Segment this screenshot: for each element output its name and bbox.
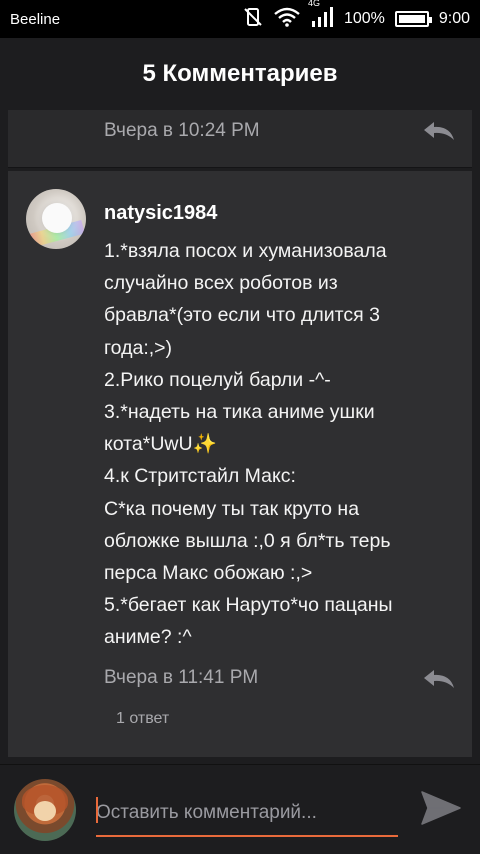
status-icons: 4G 100% 9:00 [242, 0, 470, 31]
clock: 9:00 [438, 10, 470, 27]
battery-icon [394, 11, 432, 27]
wifi-icon [274, 7, 300, 31]
signal-icon: 4G [308, 0, 334, 31]
avatar-face [34, 801, 56, 821]
page-title: 5 Комментариев [142, 60, 338, 87]
comment-line: 2.Рико поцелуй барли -^- [104, 368, 331, 391]
avatar-cat [42, 203, 72, 233]
comment-text: 1.*взяла посох и хуманизовала случайно в… [104, 235, 454, 654]
vibrate-off-icon [242, 7, 264, 31]
battery-percent: 100% [343, 10, 385, 27]
comment-line-with-emoji: кота*UwU✨ [104, 428, 454, 460]
comment-line-text: кота*UwU [104, 433, 193, 456]
reply-arrow-icon[interactable] [422, 668, 456, 690]
comment-line: 3.*надеть на тика аниме ушки [104, 401, 375, 424]
send-icon [420, 790, 462, 831]
avatar[interactable] [26, 189, 86, 249]
comment-username[interactable]: natysic1984 [104, 202, 217, 225]
reply-arrow-icon[interactable] [422, 120, 456, 142]
send-button[interactable] [418, 789, 464, 831]
comment-date: Вчера в 10:24 PM [104, 120, 260, 141]
carrier-name: Beeline [10, 10, 61, 28]
sparkles-icon: ✨ [192, 433, 217, 456]
comment-line: 5.*бегает как Наруто*чо пацаны [104, 594, 393, 617]
comment-line: 4.к Стритстайл Макс: [104, 465, 296, 488]
comment-line: года:,>) [104, 336, 173, 359]
comment-input-bar [0, 764, 480, 854]
comment-card: natysic1984 1.*взяла посох и хуманизовал… [8, 171, 472, 757]
header: 5 Комментариев [0, 38, 480, 110]
comment-line: С*ка почему ты так круто на [104, 497, 360, 520]
comment-line: перса Макс обожаю :,> [104, 562, 313, 585]
replies-link[interactable]: 1 ответ [116, 710, 169, 728]
status-bar: Beeline 4G 100% 9:00 [0, 0, 480, 38]
user-avatar[interactable] [14, 779, 76, 841]
comment-line: 1.*взяла посох и хуманизовала [104, 240, 387, 262]
comment-line: случайно всех роботов из [104, 272, 338, 295]
text-caret [96, 797, 98, 823]
comment-line: обложке вышла :,0 я бл*ть терь [104, 529, 391, 552]
comment-date: Вчера в 11:41 PM [104, 667, 259, 688]
comment-input[interactable] [96, 791, 398, 837]
comment-line: бравла*(это если что длится 3 [104, 304, 380, 327]
previous-comment: Вчера в 10:24 PM [8, 110, 472, 168]
comment-line: аниме? :^ [104, 626, 192, 649]
network-type: 4G [307, 0, 320, 8]
